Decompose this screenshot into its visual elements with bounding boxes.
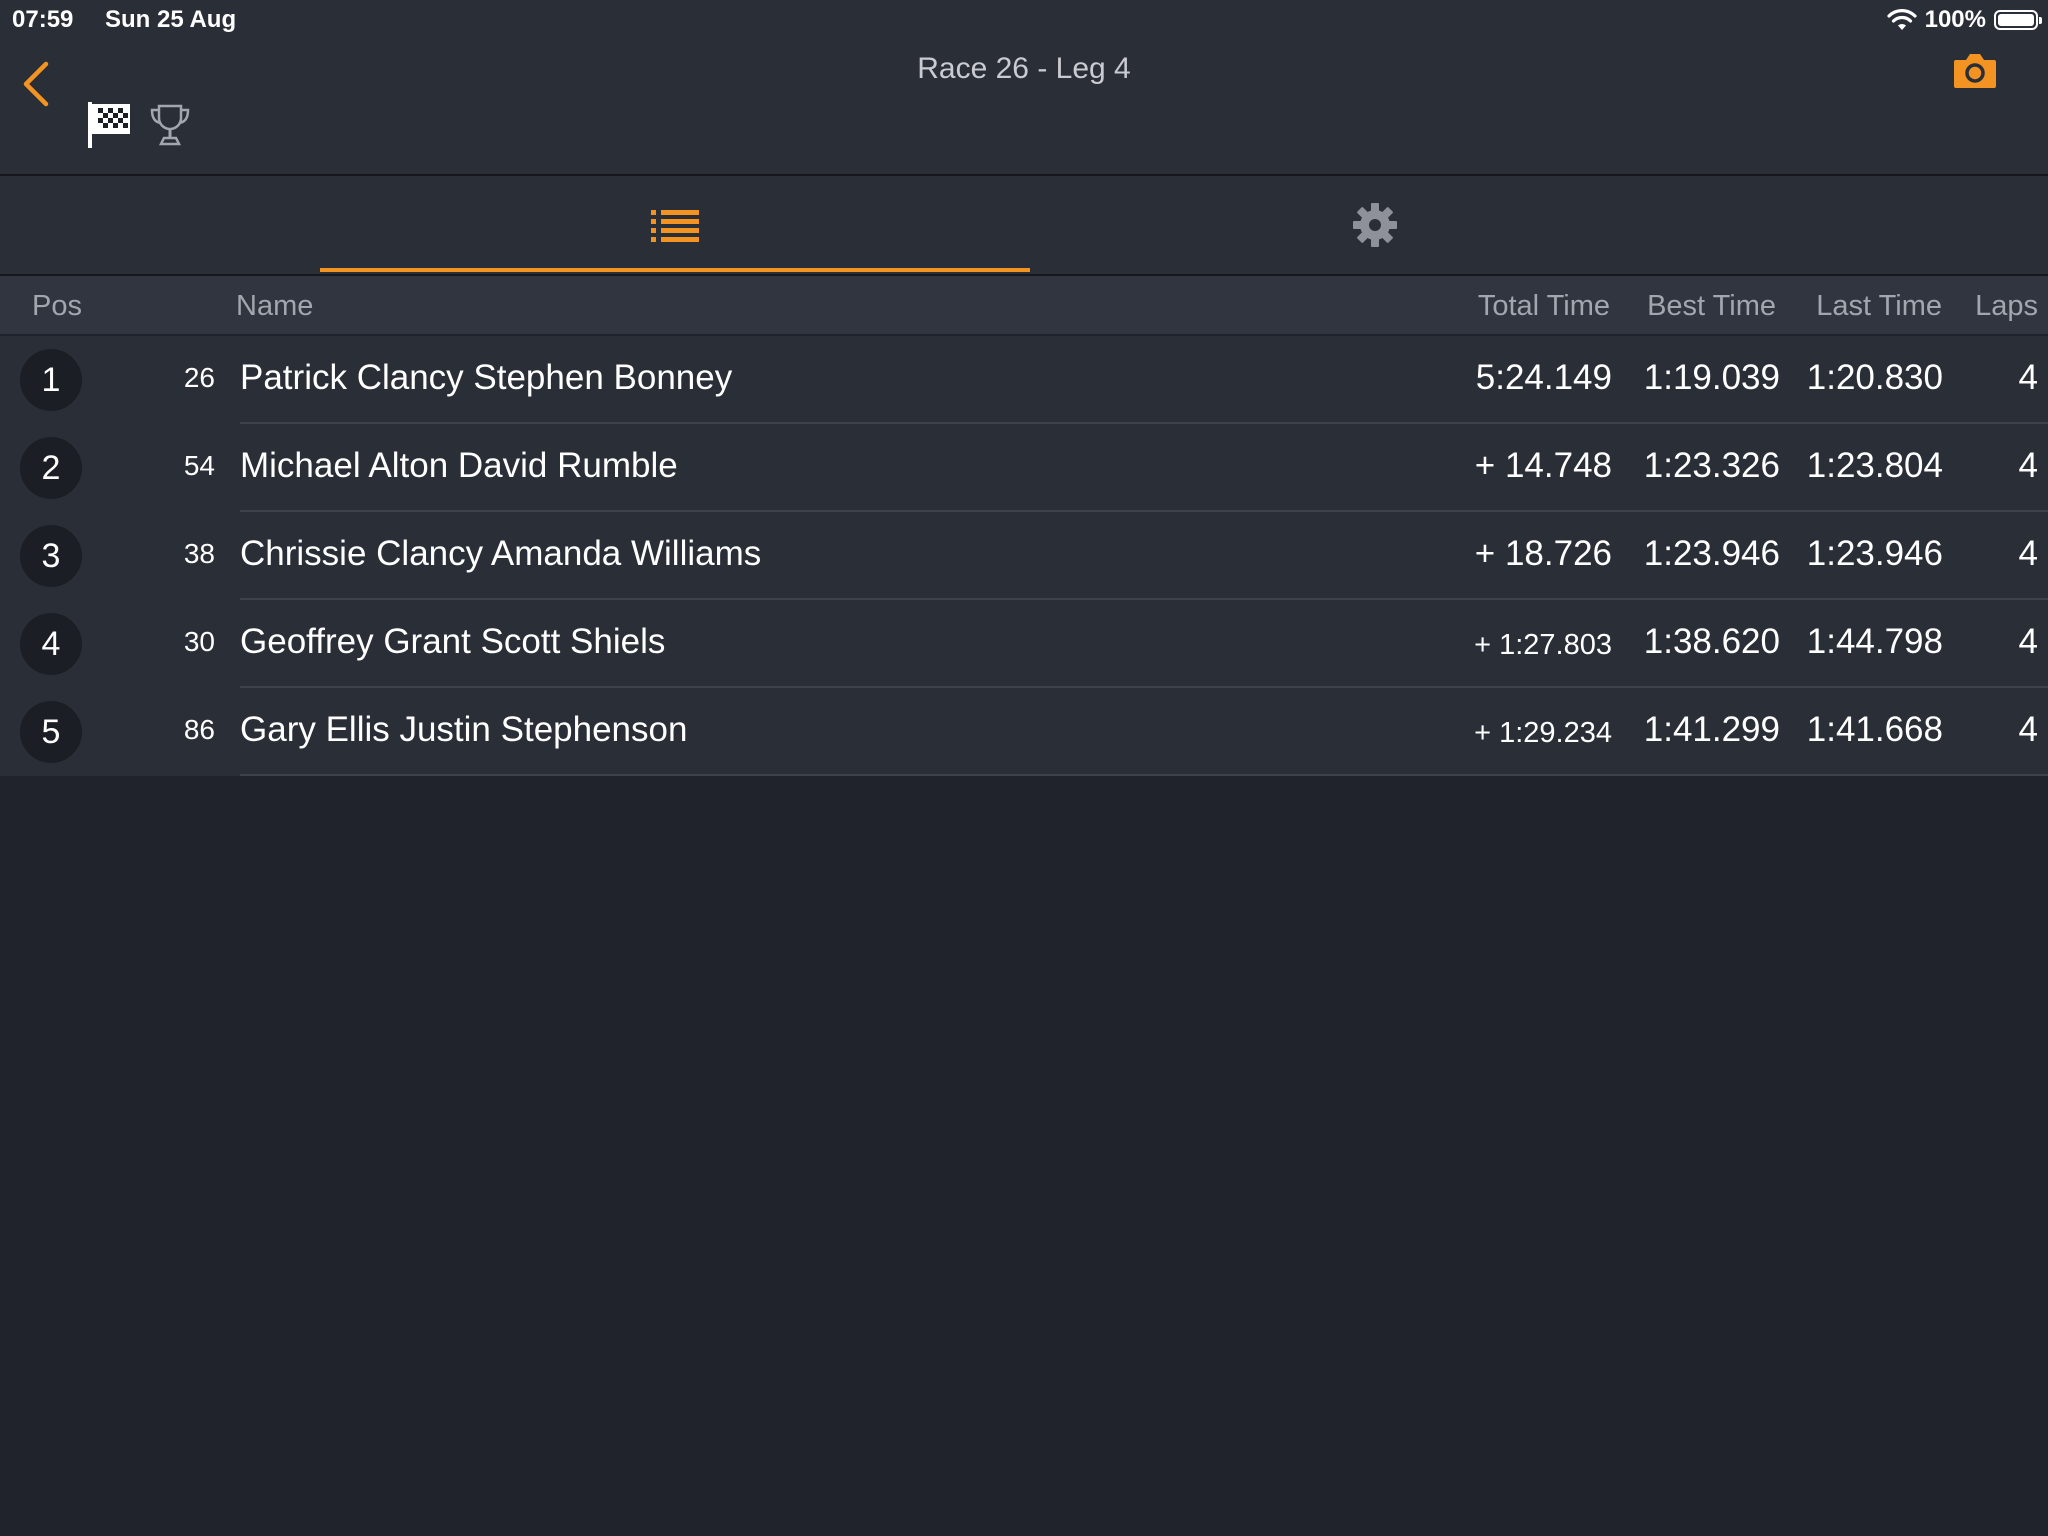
laps: 4 [2018, 622, 2038, 661]
gear-icon [1353, 203, 1397, 247]
total-time: 5:24.149 [1475, 358, 1612, 397]
driver-name: Michael Alton David Rumble [240, 446, 678, 485]
battery-percentage: 100% [1924, 6, 1986, 33]
table-row[interactable]: 3 38 Chrissie Clancy Amanda Williams + 1… [0, 512, 2048, 600]
last-time: 1:23.804 [1806, 446, 1943, 485]
last-time: 1:23.946 [1806, 534, 1943, 573]
page-title: Race 26 - Leg 4 [917, 52, 1131, 85]
results-table: 1 26 Patrick Clancy Stephen Bonney 5:24.… [0, 336, 2048, 776]
table-row[interactable]: 4 30 Geoffrey Grant Scott Shiels + 1:27.… [0, 600, 2048, 688]
results-table-header: Pos Name Total Time Best Time Last Time … [0, 276, 2048, 334]
position-badge: 4 [20, 613, 82, 675]
row-divider [240, 774, 2048, 776]
table-row[interactable]: 1 26 Patrick Clancy Stephen Bonney 5:24.… [0, 336, 2048, 424]
driver-name: Gary Ellis Justin Stephenson [240, 710, 688, 749]
kart-number: 38 [183, 538, 215, 569]
wifi-icon [1887, 9, 1917, 30]
tab-results-list[interactable] [320, 176, 1030, 274]
best-time: 1:41.299 [1643, 710, 1780, 749]
column-header-total-time: Total Time [1477, 290, 1610, 322]
kart-number: 86 [183, 714, 215, 745]
status-time: 07:59 [12, 6, 74, 33]
column-header-name: Name [236, 290, 314, 322]
last-time: 1:44.798 [1806, 622, 1943, 661]
best-time: 1:23.326 [1643, 446, 1780, 485]
driver-name: Patrick Clancy Stephen Bonney [240, 358, 733, 397]
total-time: + 14.748 [1474, 446, 1612, 485]
table-row[interactable]: 2 54 Michael Alton David Rumble + 14.748… [0, 424, 2048, 512]
navigation-bar: 07:59 Sun 25 Aug 100% Race 26 - Leg 4 [0, 0, 2048, 176]
status-indicators: 100% [1887, 4, 2042, 36]
total-time: + 1:27.803 [1474, 629, 1612, 661]
best-time: 1:19.039 [1643, 358, 1780, 397]
total-time: + 18.726 [1474, 534, 1612, 573]
tab-bar [0, 176, 2048, 276]
screenshot-button[interactable] [1952, 50, 1998, 92]
column-header-laps: Laps [1975, 290, 2038, 322]
column-header-pos: Pos [32, 290, 82, 322]
camera-icon [1954, 54, 1996, 88]
position-badge: 1 [20, 349, 82, 411]
battery-icon [1994, 10, 2042, 30]
best-time: 1:23.946 [1643, 534, 1780, 573]
position-badge: 3 [20, 525, 82, 587]
laps: 4 [2018, 710, 2038, 749]
column-header-best-time: Best Time [1647, 290, 1776, 322]
driver-name: Chrissie Clancy Amanda Williams [240, 534, 762, 573]
selected-tab-indicator [320, 268, 1030, 272]
position-badge: 5 [20, 701, 82, 763]
kart-number: 54 [183, 450, 215, 481]
laps: 4 [2018, 358, 2038, 397]
driver-name: Geoffrey Grant Scott Shiels [240, 622, 666, 661]
best-time: 1:38.620 [1643, 622, 1780, 661]
checkered-flag-icon [88, 102, 130, 148]
list-icon [651, 210, 699, 242]
laps: 4 [2018, 534, 2038, 573]
laps: 4 [2018, 446, 2038, 485]
trophy-icon [150, 104, 190, 146]
position-badge: 2 [20, 437, 82, 499]
tab-settings[interactable] [1020, 176, 1730, 274]
kart-number: 26 [183, 362, 215, 393]
race-results-button[interactable] [86, 100, 132, 150]
column-header-last-time: Last Time [1816, 290, 1942, 322]
table-row[interactable]: 5 86 Gary Ellis Justin Stephenson + 1:29… [0, 688, 2048, 776]
total-time: + 1:29.234 [1474, 717, 1612, 749]
kart-number: 30 [183, 626, 215, 657]
status-date: Sun 25 Aug [105, 6, 237, 33]
last-time: 1:20.830 [1806, 358, 1943, 397]
race-results-screen: 07:59 Sun 25 Aug 100% Race 26 - Leg 4 Po… [0, 0, 2048, 1536]
last-time: 1:41.668 [1806, 710, 1943, 749]
trophy-button[interactable] [148, 102, 192, 148]
